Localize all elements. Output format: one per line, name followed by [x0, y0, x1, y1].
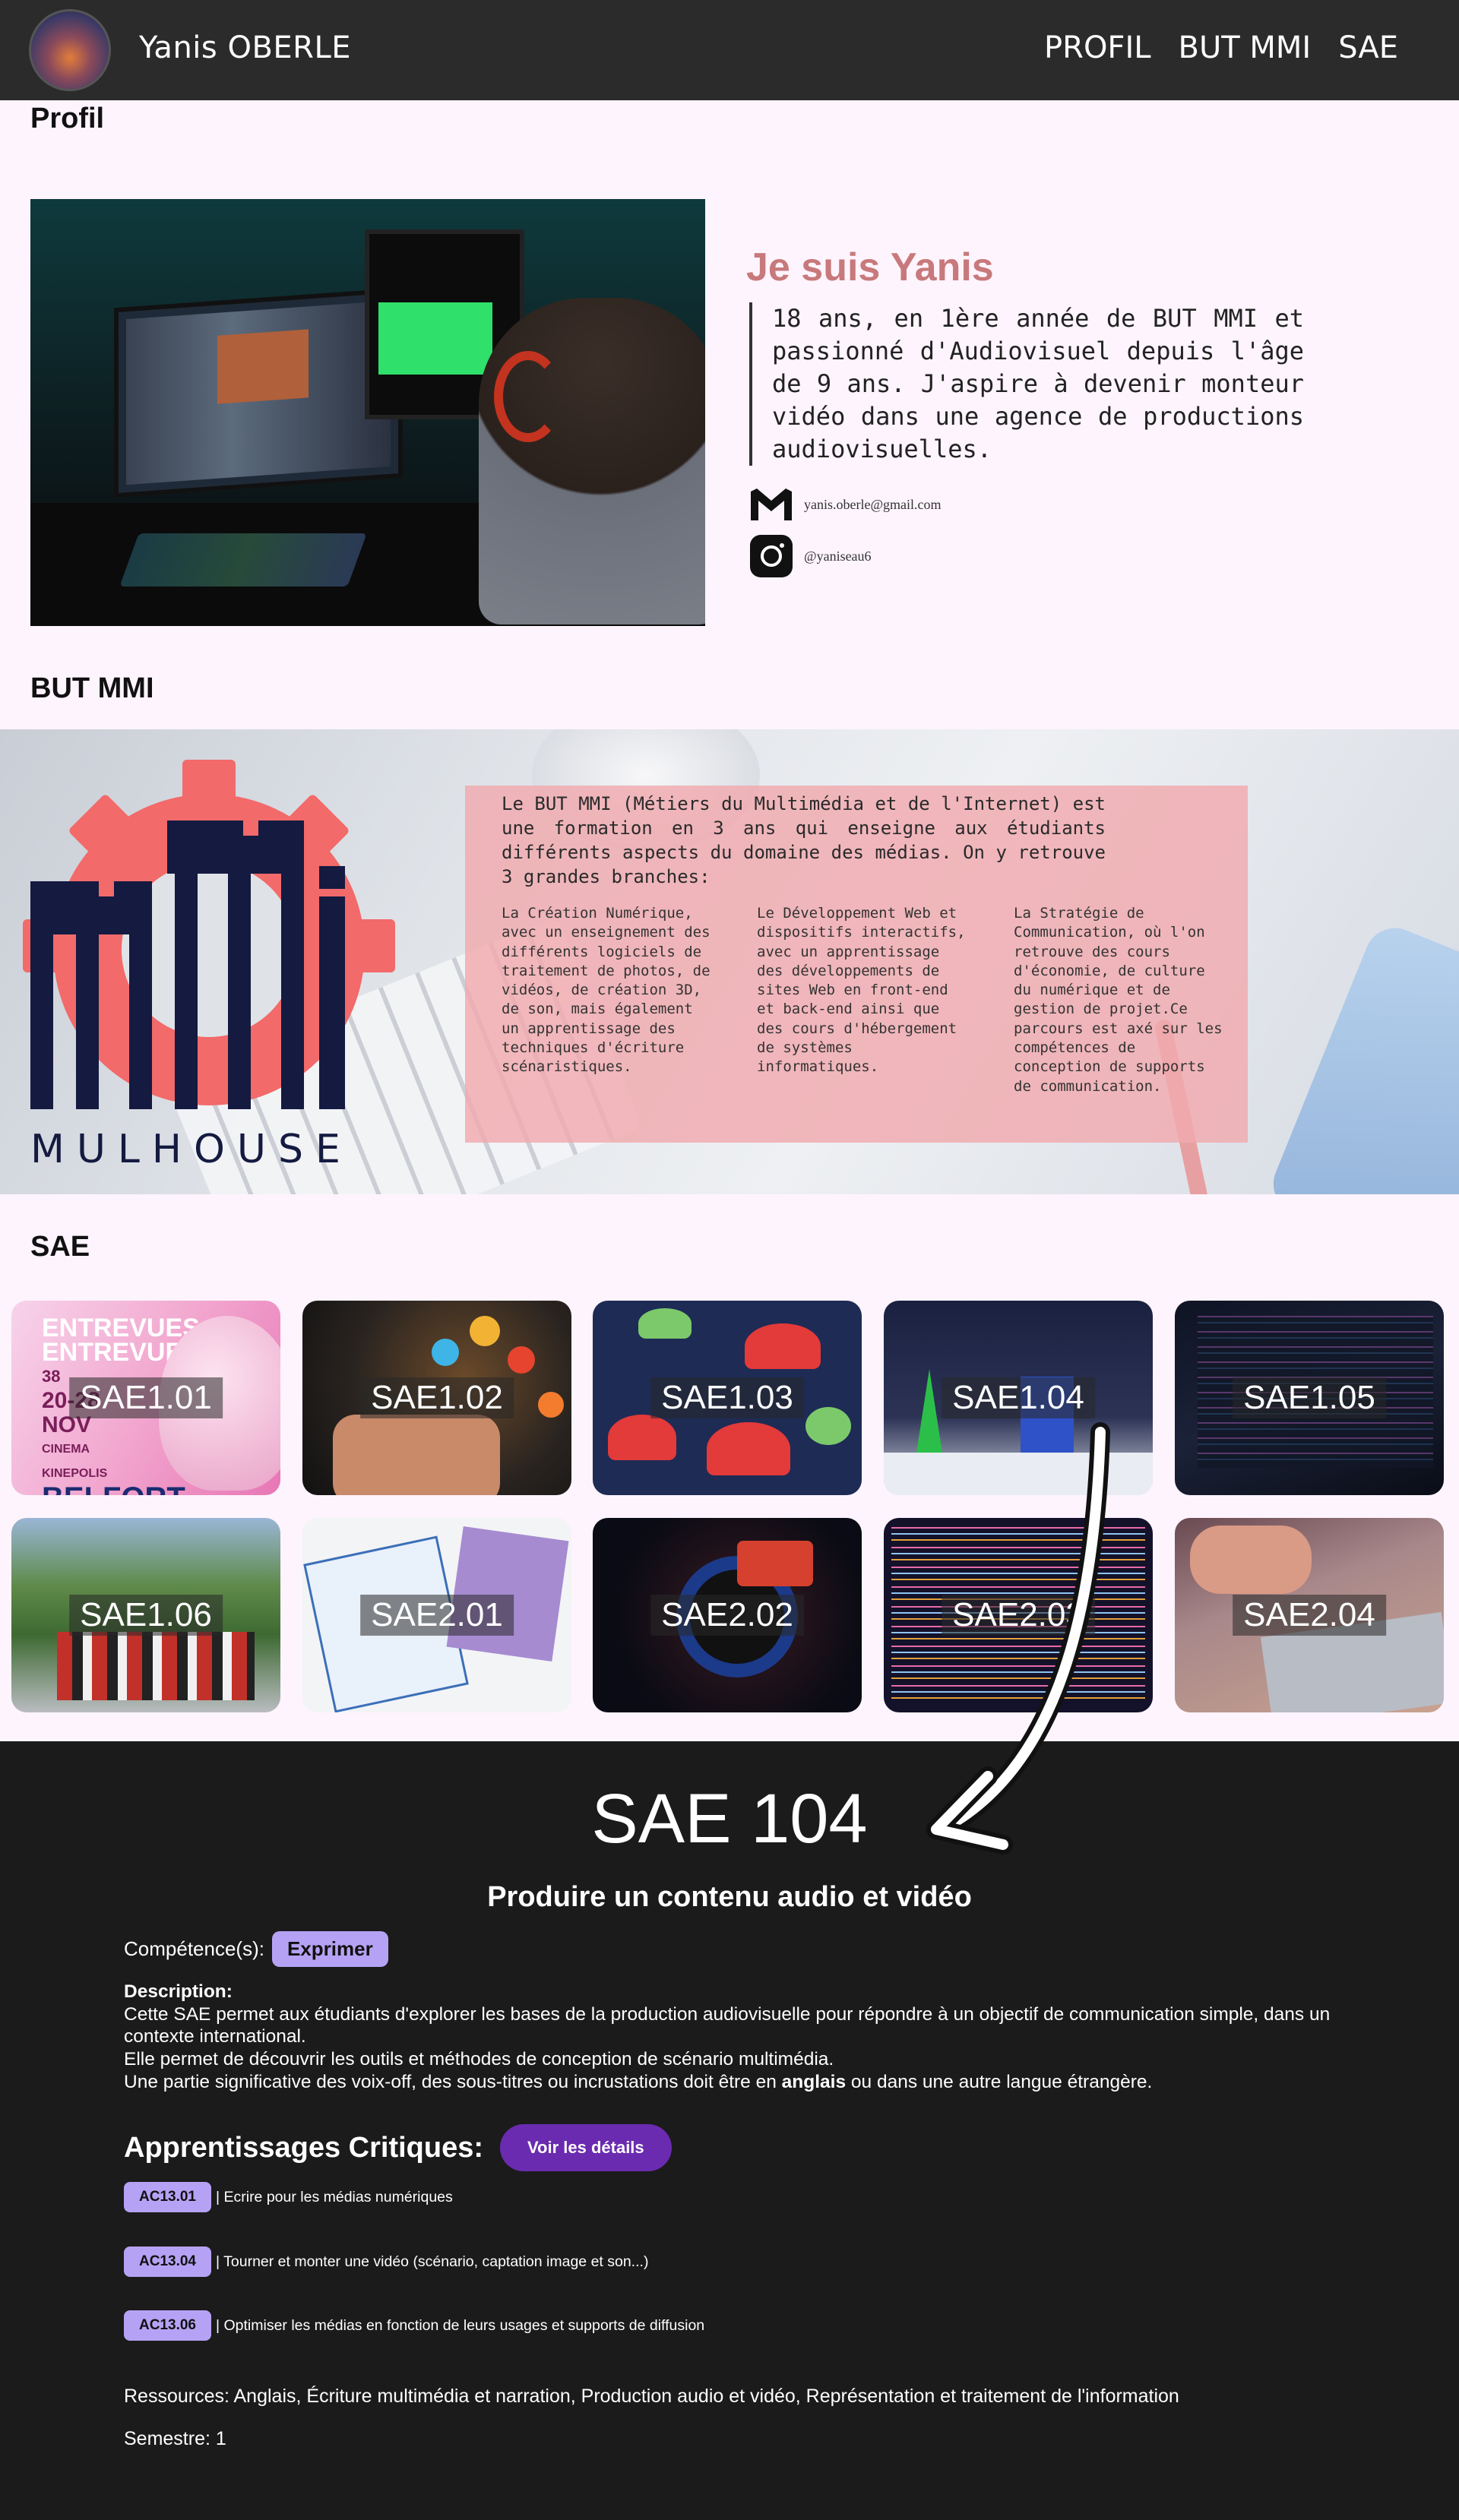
mmi-logo: MULHOUSE [23, 760, 395, 1170]
email-text[interactable]: yanis.oberle@gmail.com [804, 497, 942, 513]
top-navbar: Yanis OBERLE PROFIL BUT MMI SAE [0, 0, 1459, 100]
sae-card-102[interactable]: SAE1.02 [302, 1301, 571, 1495]
sae-card-203[interactable]: SAE2.03 [884, 1518, 1153, 1712]
intro-text: 18 ans, en 1ère année de BUT MMI et pass… [749, 302, 1304, 466]
section-title-sae: SAE [30, 1231, 90, 1263]
sae-detail-subtitle: Produire un contenu audio et vidéo [487, 1881, 972, 1913]
description-label: Description: [124, 1981, 233, 2002]
sae-card-202[interactable]: SAE2.02 [593, 1518, 862, 1712]
sae-card-105[interactable]: SAE1.05 [1175, 1301, 1444, 1495]
see-details-button[interactable]: Voir les détails [500, 2124, 672, 2171]
sae-card-204[interactable]: SAE2.04 [1175, 1518, 1444, 1712]
ac-code: AC13.04 [124, 2246, 211, 2277]
nav-link-sae[interactable]: SAE [1338, 30, 1398, 65]
sae-detail-title: SAE 104 [591, 1780, 868, 1858]
ac-item: AC13.06 | Optimiser les médias en foncti… [124, 2310, 704, 2341]
ac-code: AC13.06 [124, 2310, 211, 2341]
sae-card-label: SAE2.02 [650, 1595, 804, 1636]
sae-description: Description: Cette SAE permet aux étudia… [124, 1981, 1355, 2094]
instagram-icon [749, 534, 793, 578]
description-line: Une partie significative des voix-off, d… [124, 2071, 1153, 2092]
sae-card-label: SAE1.04 [942, 1377, 1095, 1418]
site-brand[interactable]: Yanis OBERLE [139, 30, 351, 65]
mmi-branch-creation: La Création Numérique, avec un enseignem… [502, 905, 711, 1076]
ac-title: Apprentissages Critiques: [124, 2131, 483, 2164]
nav-link-profil[interactable]: PROFIL [1044, 30, 1151, 65]
contact-instagram[interactable]: @yaniseau6 [749, 534, 872, 578]
competences: Compétence(s): Exprimer [124, 1931, 388, 1967]
sae-card-106[interactable]: SAE1.06 [11, 1518, 280, 1712]
mmi-description: Le BUT MMI (Métiers du Multimédia et de … [502, 793, 1106, 887]
sae-card-label: SAE2.04 [1233, 1595, 1386, 1636]
sae-card-label: SAE1.02 [360, 1377, 514, 1418]
nav-link-but-mmi[interactable]: BUT MMI [1179, 30, 1312, 65]
description-line: Cette SAE permet aux étudiants d'explore… [124, 2003, 1331, 2047]
sae-card-104[interactable]: SAE1.04 [884, 1301, 1153, 1495]
avatar[interactable] [29, 9, 111, 91]
nav-links: PROFIL BUT MMI SAE [1044, 30, 1398, 65]
contact-email[interactable]: yanis.oberle@gmail.com [749, 482, 942, 526]
sae-card-label: SAE2.01 [360, 1595, 514, 1636]
sae-card-label: SAE1.05 [1233, 1377, 1386, 1418]
section-title-but-mmi: BUT MMI [30, 672, 154, 704]
intro-title: Je suis Yanis [746, 245, 994, 289]
ac-item: AC13.01 | Ecrire pour les médias numériq… [124, 2182, 453, 2212]
mmi-logo-text: MULHOUSE [30, 1127, 353, 1170]
sae-card-label: SAE1.03 [650, 1377, 804, 1418]
ac-text: | Ecrire pour les médias numériques [216, 2188, 453, 2205]
sae-card-label: SAE2.03 [942, 1595, 1095, 1636]
sae-card-103[interactable]: SAE1.03 [593, 1301, 862, 1495]
sae-card-label: SAE1.01 [69, 1377, 223, 1418]
semestre: Semestre: 1 [124, 2428, 226, 2449]
ac-header: Apprentissages Critiques: Voir les détai… [124, 2124, 672, 2171]
description-line: Elle permet de découvrir les outils et m… [124, 2049, 834, 2070]
ac-text: | Optimiser les médias en fonction de le… [216, 2316, 705, 2334]
profile-photo [30, 199, 705, 626]
sae-card-201[interactable]: SAE2.01 [302, 1518, 571, 1712]
sae-card-label: SAE1.06 [69, 1595, 223, 1636]
competence-badge: Exprimer [271, 1931, 388, 1967]
ac-item: AC13.04 | Tourner et monter une vidéo (s… [124, 2246, 648, 2277]
section-title-profil: Profil [30, 103, 105, 134]
gmail-icon [749, 482, 793, 526]
mmi-branch-strategie: La Stratégie de Communication, où l'on r… [1014, 905, 1223, 1095]
competences-label: Compétence(s): [124, 1937, 264, 1960]
instagram-handle[interactable]: @yaniseau6 [804, 549, 872, 564]
mmi-branch-dev: Le Développement Web et dispositifs inte… [757, 905, 966, 1076]
sae-card-101[interactable]: ENTREVUESENTREVUES 38 20-28 NOV CINEMA K… [11, 1301, 280, 1495]
ac-code: AC13.01 [124, 2182, 211, 2212]
ac-text: | Tourner et monter une vidéo (scénario,… [216, 2253, 649, 2270]
ressources: Ressources: Anglais, Écriture multimédia… [124, 2386, 1179, 2407]
